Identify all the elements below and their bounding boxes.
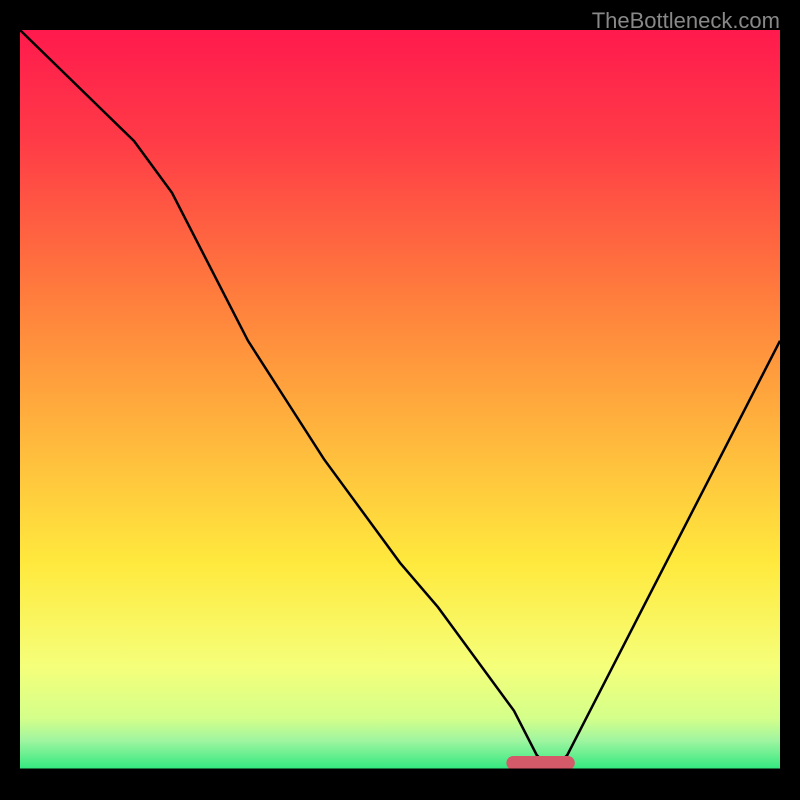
chart-container xyxy=(20,30,780,770)
watermark-text: TheBottleneck.com xyxy=(592,8,780,34)
chart-svg xyxy=(20,30,780,770)
optimal-marker xyxy=(506,756,574,770)
